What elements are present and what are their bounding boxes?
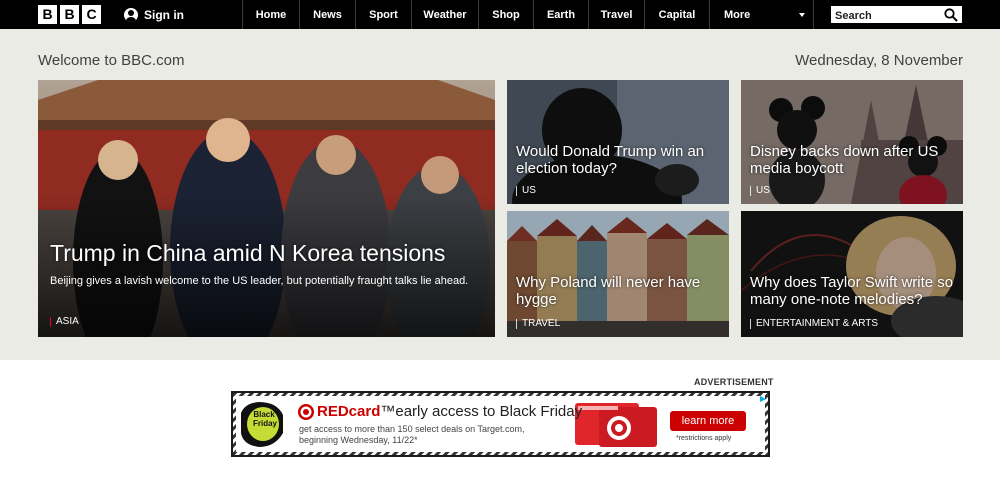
tag-divider <box>50 316 51 327</box>
tag-divider <box>516 185 517 196</box>
story-card-disney[interactable]: Disney backs down after US media boycott… <box>741 80 963 204</box>
nav-item-earth[interactable]: Earth <box>533 0 588 29</box>
ad-body: get access to more than 150 select deals… <box>299 424 525 445</box>
story-tag-label: US <box>756 185 770 196</box>
main-story-summary: Beijing gives a lavish welcome to the US… <box>50 275 469 287</box>
nav-item-capital[interactable]: Capital <box>644 0 709 29</box>
main-story-card[interactable]: Trump in China amid N Korea tensions Bei… <box>38 80 495 337</box>
adchoices-icon[interactable] <box>758 394 766 402</box>
nav-item-travel[interactable]: Travel <box>588 0 644 29</box>
main-story-tag[interactable]: ASIA <box>50 316 79 327</box>
date-label: Wednesday, 8 November <box>795 52 963 69</box>
top-navigation-bar: B B C Sign in Home News Sport Weather Sh… <box>0 0 1000 29</box>
top-stories-section: Welcome to BBC.com Wednesday, 8 November <box>0 29 1000 360</box>
advertisement-label: ADVERTISEMENT <box>694 377 774 387</box>
nav-item-home[interactable]: Home <box>242 0 299 29</box>
story-tag-entertainment[interactable]: ENTERTAINMENT & ARTS <box>750 318 878 329</box>
logo-letter-b1: B <box>38 5 57 24</box>
user-icon <box>124 7 138 22</box>
story-card-trump-election[interactable]: Would Donald Trump win an election today… <box>507 80 729 204</box>
learn-more-button[interactable]: learn more <box>670 411 746 431</box>
ad-title-brand: REDcard <box>317 403 381 420</box>
nav-more-dropdown[interactable]: More <box>709 0 814 29</box>
sign-in-label: Sign in <box>144 7 184 22</box>
story-headline-disney[interactable]: Disney backs down after US media boycott <box>750 143 955 177</box>
bbc-logo[interactable]: B B C <box>38 5 101 24</box>
search-input[interactable] <box>831 7 941 25</box>
story-tag-us-1[interactable]: US <box>516 185 536 196</box>
target-ad-banner[interactable]: Black Friday REDcard™early access to Bla… <box>231 391 770 457</box>
welcome-heading: Welcome to BBC.com <box>38 52 185 69</box>
ad-disclaimer: *restrictions apply <box>676 435 732 442</box>
nav-item-shop[interactable]: Shop <box>478 0 533 29</box>
story-image-trump-silhouette <box>507 80 729 204</box>
nav-more-label: More <box>724 8 751 21</box>
search-box <box>830 5 963 25</box>
badge-line1: Black <box>253 410 275 419</box>
main-story-image <box>38 80 495 337</box>
ad-title-rest: ™early access to Black Friday <box>380 403 583 420</box>
story-tag-label: ENTERTAINMENT & ARTS <box>756 318 879 329</box>
ad-title: REDcard™early access to Black Friday <box>317 403 582 420</box>
search-icon[interactable] <box>944 8 958 22</box>
tag-divider <box>750 318 751 329</box>
story-headline-poland[interactable]: Why Poland will never have hygge <box>516 274 721 308</box>
story-tag-label: TRAVEL <box>522 318 561 329</box>
story-tag-travel[interactable]: TRAVEL <box>516 318 560 329</box>
black-friday-badge: Black Friday <box>253 410 278 428</box>
main-story-tag-label: ASIA <box>56 316 79 327</box>
story-tag-us-2[interactable]: US <box>750 185 770 196</box>
story-card-taylor-swift[interactable]: Why does Taylor Swift write so many one-… <box>741 211 963 337</box>
main-story-headline[interactable]: Trump in China amid N Korea tensions <box>50 240 487 266</box>
nav-item-news[interactable]: News <box>299 0 355 29</box>
story-image-disney-castle <box>741 80 963 204</box>
chevron-down-icon <box>799 12 805 17</box>
story-card-poland[interactable]: Why Poland will never have hygge TRAVEL <box>507 211 729 337</box>
main-nav: Home News Sport Weather Shop Earth Trave… <box>242 0 814 29</box>
nav-item-weather[interactable]: Weather <box>411 0 478 29</box>
nav-item-sport[interactable]: Sport <box>355 0 411 29</box>
logo-letter-b2: B <box>60 5 79 24</box>
tag-divider <box>516 318 517 329</box>
story-tag-label: US <box>522 185 536 196</box>
tag-divider <box>750 185 751 196</box>
story-headline-taylor-swift[interactable]: Why does Taylor Swift write so many one-… <box>750 274 955 308</box>
badge-line2: Friday <box>253 419 278 428</box>
story-headline-trump-election[interactable]: Would Donald Trump win an election today… <box>516 143 721 177</box>
logo-letter-c: C <box>82 5 101 24</box>
sign-in-button[interactable]: Sign in <box>124 0 184 29</box>
